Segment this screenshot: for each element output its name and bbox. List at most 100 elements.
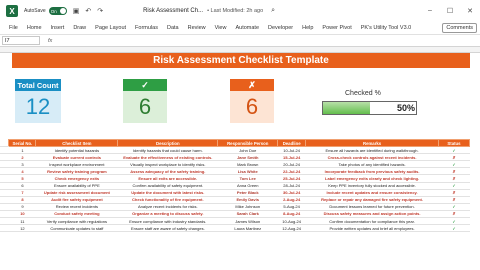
table-row[interactable]: 1 Identify potential hazards Identify haza… [0,146,470,155]
description-cell[interactable]: Organize a meeting to discuss safety. [117,210,218,219]
checklist-item-cell[interactable]: Identify potential hazards [35,146,118,155]
status-cell[interactable]: ✓ [438,224,470,233]
deadline-cell[interactable]: 10-Aug-24 [277,217,306,226]
responsible-person-cell[interactable]: Peter Black [217,189,278,197]
description-cell[interactable]: Confirm availability of safety equipment… [117,182,218,190]
checklist-item-cell[interactable]: Update risk assessment document [35,189,118,197]
responsible-person-cell[interactable]: Mike Johnson [217,203,278,211]
remarks-cell[interactable]: Keep PPE inventory fully stocked and acc… [305,182,439,190]
description-cell[interactable]: Update the document with latest risks. [117,189,218,197]
responsible-person-cell[interactable]: Jane Smith [217,153,278,162]
table-row[interactable]: 9 Review recent incidents Analyze recent i… [0,203,470,211]
serial-cell[interactable]: 6 [8,182,36,190]
description-cell[interactable]: Ensure all exits are accessible. [117,174,218,183]
search-icon[interactable]: ⌕ [271,7,275,15]
status-cell[interactable]: ✓ [438,182,470,190]
autosave-toggle[interactable]: On [48,7,67,15]
serial-cell[interactable]: 4 [8,167,36,176]
checklist-item-cell[interactable]: Conduct safety meeting [35,210,118,219]
save-icon[interactable]: ▣ [73,7,80,15]
serial-cell[interactable]: 2 [8,153,36,162]
responsible-person-cell[interactable]: Laura Martinez [217,224,278,233]
table-row[interactable]: 2 Evaluate current controls Evaluate the e… [0,153,470,162]
tab-help[interactable]: Help [302,25,313,31]
status-cell[interactable]: ✓ [438,146,470,155]
remarks-cell[interactable]: Ensure all hazards are identified during… [305,146,439,155]
status-cell[interactable]: ✗ [438,189,470,197]
table-row[interactable]: 3 Inspect workplace environment Visually i… [0,160,470,169]
checklist-item-cell[interactable]: Audit fire safety equipment [35,196,118,204]
checklist-item-cell[interactable]: Communicate updates to staff [35,224,118,233]
deadline-cell[interactable]: 8-Aug-24 [277,210,306,219]
remarks-cell[interactable]: Incorporate feedback from previous safet… [305,167,439,176]
close-icon[interactable]: ✕ [460,7,480,15]
deadline-cell[interactable]: 10-Jul-24 [277,146,306,155]
last-modified[interactable]: • Last Modified: 2h ago [207,8,263,14]
responsible-person-cell[interactable]: Lisa White [217,167,278,176]
status-cell[interactable]: ✓ [438,203,470,211]
remarks-cell[interactable]: Label emergency exits clearly and check … [305,174,439,183]
deadline-cell[interactable]: 2-Aug-24 [277,196,306,204]
responsible-person-cell[interactable]: Sarah Clark [217,210,278,219]
tab-page-layout[interactable]: Page Layout [95,25,126,31]
checklist-item-cell[interactable]: Check emergency exits [35,174,118,183]
tab-draw[interactable]: Draw [73,25,86,31]
document-title[interactable]: Risk Assessment Ch... [143,8,203,14]
remarks-cell[interactable]: Provide written updates and brief all em… [305,224,439,233]
description-cell[interactable]: Analyze recent incidents for risks. [117,203,218,211]
table-row[interactable]: 5 Check emergency exits Ensure all exits a… [0,174,470,183]
tab-automate[interactable]: Automate [235,25,259,31]
name-box[interactable]: I7 [2,36,40,45]
remarks-cell[interactable]: Discuss safety measures and assign actio… [305,210,439,219]
fx-icon[interactable]: fx [48,38,52,44]
remarks-cell[interactable]: Cross-check controls against recent inci… [305,153,439,162]
comments-button[interactable]: Comments [442,23,477,33]
description-cell[interactable]: Ensure compliance with industry standard… [117,217,218,226]
responsible-person-cell[interactable]: Mark Brown [217,160,278,169]
checklist-item-cell[interactable]: Verify compliance with regulations [35,217,118,226]
table-row[interactable]: 11 Verify compliance with regulations Ensu… [0,217,470,226]
worksheet[interactable]: Risk Assessment Checklist Template Total… [0,53,480,270]
deadline-cell[interactable]: 22-Jul-24 [277,167,306,176]
checklist-item-cell[interactable]: Review recent incidents [35,203,118,211]
serial-cell[interactable]: 1 [8,146,36,155]
tab-review[interactable]: Review [188,25,206,31]
status-cell[interactable]: ✗ [438,196,470,204]
table-row[interactable]: 10 Conduct safety meeting Organize a meeti… [0,210,470,219]
description-cell[interactable]: Evaluate the effectiveness of existing c… [117,153,218,162]
serial-cell[interactable]: 8 [8,196,36,204]
remarks-cell[interactable]: Take photos of any identified hazards. [305,160,439,169]
description-cell[interactable]: Ensure staff are aware of safety changes… [117,224,218,233]
checklist-item-cell[interactable]: Inspect workplace environment [35,160,118,169]
tab-file[interactable]: File [9,25,18,31]
tab-view[interactable]: View [215,25,227,31]
status-cell[interactable]: ✓ [438,160,470,169]
tab-formulas[interactable]: Formulas [135,25,158,31]
serial-cell[interactable]: 11 [8,217,36,226]
maximize-icon[interactable]: ☐ [440,7,460,15]
serial-cell[interactable]: 10 [8,210,36,219]
description-cell[interactable]: Identify hazards that could cause harm. [117,146,218,155]
description-cell[interactable]: Visually inspect workplace to identify r… [117,160,218,169]
table-row[interactable]: 6 Ensure availability of PPE Confirm avail… [0,182,470,190]
description-cell[interactable]: Assess adequacy of the safety training. [117,167,218,176]
serial-cell[interactable]: 9 [8,203,36,211]
status-cell[interactable]: ✓ [438,217,470,226]
responsible-person-cell[interactable]: Anna Green [217,182,278,190]
status-cell[interactable]: ✗ [438,153,470,162]
tab-utility-tool[interactable]: PK's Utility Tool V3.0 [361,25,411,31]
table-row[interactable]: 7 Update risk assessment document Update t… [0,189,470,197]
deadline-cell[interactable]: 20-Jul-24 [277,160,306,169]
serial-cell[interactable]: 12 [8,224,36,233]
responsible-person-cell[interactable]: John Doe [217,146,278,155]
responsible-person-cell[interactable]: James Wilson [217,217,278,226]
remarks-cell[interactable]: Document lessons learned for future prev… [305,203,439,211]
table-row[interactable]: 12 Communicate updates to staff Ensure sta… [0,224,470,233]
deadline-cell[interactable]: 28-Jul-24 [277,182,306,190]
status-cell[interactable]: ✗ [438,174,470,183]
deadline-cell[interactable]: 25-Jul-24 [277,174,306,183]
status-cell[interactable]: ✗ [438,167,470,176]
serial-cell[interactable]: 3 [8,160,36,169]
remarks-cell[interactable]: Replace or repair any damaged fire safet… [305,196,439,204]
serial-cell[interactable]: 5 [8,174,36,183]
